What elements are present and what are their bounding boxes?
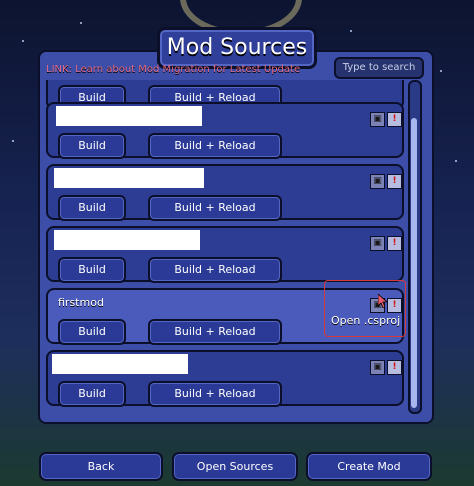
mod-list: Build Build + Reload ▣ ! Build Build + R… (46, 80, 404, 410)
mod-name: firstmod (58, 296, 104, 309)
build-button[interactable]: Build (58, 381, 126, 407)
build-reload-button[interactable]: Build + Reload (148, 381, 282, 407)
star (80, 22, 82, 24)
list-scrollbar[interactable] (408, 80, 422, 414)
back-button[interactable]: Back (39, 452, 163, 481)
page-title: Mod Sources (157, 27, 317, 69)
migration-link[interactable]: LINK: Learn about Mod Migration for Late… (46, 64, 300, 75)
scrollbar-thumb[interactable] (411, 118, 417, 408)
search-input[interactable]: Type to search (334, 57, 424, 79)
tooltip: Open .csproj (331, 314, 401, 327)
build-reload-button[interactable]: Build + Reload (148, 257, 282, 283)
highlight-box (324, 280, 406, 337)
exclamation-icon[interactable]: ! (387, 174, 402, 189)
build-reload-button[interactable]: Build + Reload (148, 133, 282, 159)
open-sources-button[interactable]: Open Sources (172, 452, 298, 481)
exclamation-icon[interactable]: ! (387, 112, 402, 127)
build-reload-button[interactable]: Build + Reload (148, 195, 282, 221)
list-item: ▣ ! Build Build + Reload (46, 102, 404, 159)
list-item: ▣ ! Build Build + Reload (46, 226, 404, 283)
folder-icon[interactable]: ▣ (370, 236, 385, 251)
exclamation-icon[interactable]: ! (387, 236, 402, 251)
folder-icon[interactable]: ▣ (370, 360, 385, 375)
mod-name-redacted (56, 106, 202, 126)
mod-name-redacted (54, 230, 200, 250)
list-item: ▣ ! Build Build + Reload (46, 350, 404, 407)
exclamation-icon[interactable]: ! (387, 360, 402, 375)
list-item: ▣ ! Build Build + Reload (46, 164, 404, 221)
build-button[interactable]: Build (58, 257, 126, 283)
star (12, 140, 14, 142)
star (440, 70, 442, 72)
create-mod-button[interactable]: Create Mod (306, 452, 432, 481)
mouse-cursor-icon (378, 294, 388, 308)
mod-name-redacted (54, 168, 204, 188)
build-button[interactable]: Build (58, 195, 126, 221)
folder-icon[interactable]: ▣ (370, 174, 385, 189)
build-button[interactable]: Build (58, 133, 126, 159)
star (22, 40, 24, 42)
folder-icon[interactable]: ▣ (370, 112, 385, 127)
star (455, 160, 457, 162)
build-button[interactable]: Build (58, 319, 126, 345)
star (350, 30, 352, 32)
build-reload-button[interactable]: Build + Reload (148, 319, 282, 345)
mod-name-redacted (52, 354, 188, 374)
